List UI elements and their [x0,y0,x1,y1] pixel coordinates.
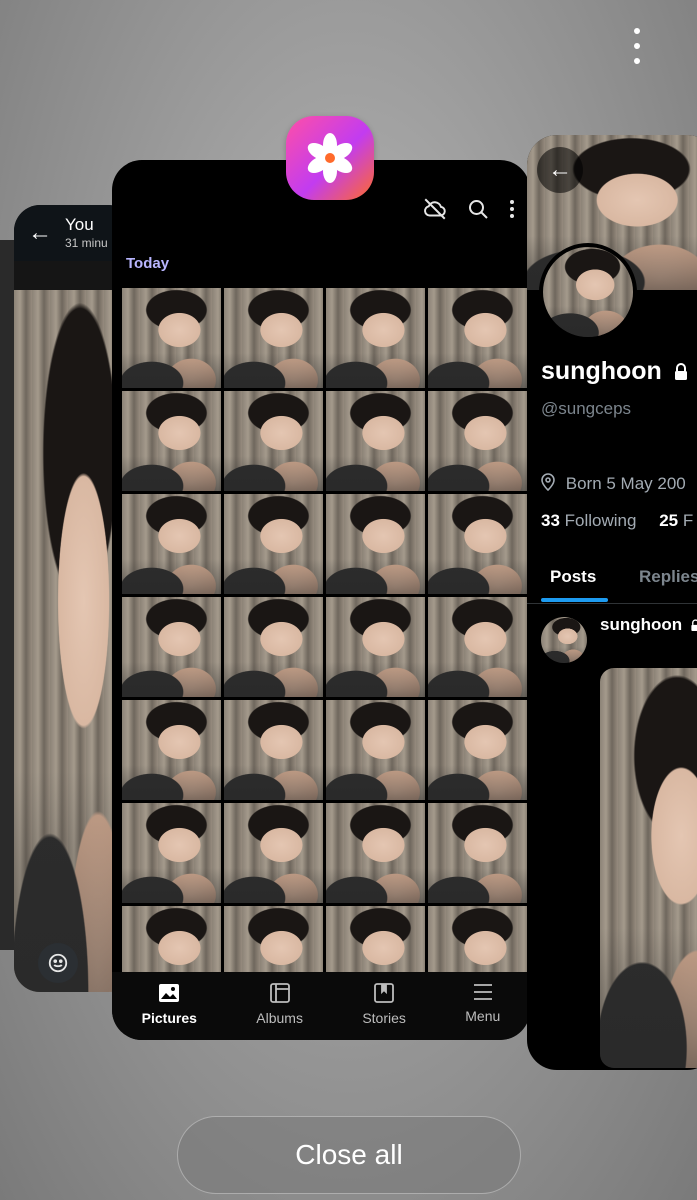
image-icon [159,984,180,1002]
photo-thumbnail[interactable] [326,597,425,697]
photo-thumbnail[interactable] [326,803,425,903]
post-author-name-text: sunghoon [600,615,683,634]
lock-icon [691,619,697,632]
followers-count: 25 [659,511,679,530]
photo-thumbnail[interactable] [428,700,527,800]
photo-thumbnail[interactable] [122,391,221,491]
profile-handle: @sungceps [541,399,632,418]
section-heading-today: Today [126,255,170,272]
more-options-button[interactable] [625,28,649,64]
stories-icon [374,983,395,1003]
flower-icon [307,133,353,183]
location-pin-icon [541,473,555,492]
profile-follow-counts: 33 Following 25 F [541,511,693,531]
photo-thumbnail[interactable] [428,597,527,697]
gallery-app-icon[interactable] [286,116,374,200]
menu-icon [473,984,492,1000]
profile-name-text: sunghoon [541,357,662,385]
lock-icon [674,363,687,381]
nav-stories[interactable]: Stories [362,982,406,1026]
back-button[interactable]: ← [537,147,583,193]
profile-name: sunghoon [541,357,689,386]
tab-posts[interactable]: Posts [550,567,596,587]
profile-tabs: Posts Replies [527,555,697,604]
gallery-toolbar [422,196,516,222]
nav-albums[interactable]: Albums [256,982,303,1026]
profile-avatar[interactable] [539,243,637,341]
photo-thumbnail[interactable] [122,597,221,697]
gallery-bottom-nav: Pictures Albums Stories Menu [112,972,530,1040]
profile-birthday: Born 5 May 200 [541,473,686,494]
photo-thumbnail[interactable] [326,391,425,491]
chat-title: You [65,215,94,234]
photo-thumbnail[interactable] [224,391,323,491]
followers-label: F [682,511,694,530]
photo-grid [122,288,527,972]
photo-thumbnail[interactable] [326,700,425,800]
profile-birthday-text: Born 5 May 200 [565,474,686,493]
photo-thumbnail[interactable] [326,906,425,972]
more-vert-icon[interactable] [508,197,516,221]
photo-thumbnail[interactable] [326,494,425,594]
photo-thumbnail[interactable] [326,288,425,388]
cloud-off-icon[interactable] [422,196,448,222]
back-arrow-icon: ← [548,156,572,183]
background-app-card[interactable] [0,240,14,950]
tab-replies[interactable]: Replies [639,567,697,587]
photo-thumbnail[interactable] [428,288,527,388]
photo-thumbnail[interactable] [428,494,527,594]
photo-thumbnail[interactable] [224,494,323,594]
photo-thumbnail[interactable] [122,700,221,800]
active-tab-indicator [541,598,608,602]
photo-thumbnail[interactable] [122,494,221,594]
emoji-icon [48,953,68,973]
photo-thumbnail[interactable] [224,803,323,903]
photo-thumbnail[interactable] [428,391,527,491]
close-all-button[interactable]: Close all [177,1116,521,1194]
album-icon [269,983,290,1003]
photo-thumbnail[interactable] [122,288,221,388]
nav-pictures-label: Pictures [141,1010,197,1026]
following-count: 33 [541,511,560,530]
nav-menu[interactable]: Menu [465,982,500,1024]
photo-thumbnail[interactable] [428,906,527,972]
photo-thumbnail[interactable] [122,906,221,972]
recent-app-card-social[interactable]: ← sunghoon @sungceps Born 5 May 200 33 F… [527,135,697,1070]
following-link[interactable]: 33 Following [541,511,636,530]
search-icon[interactable] [466,197,490,221]
followers-link[interactable]: 25 F [659,511,693,530]
photo-thumbnail[interactable] [224,597,323,697]
following-label: Following [564,511,637,530]
back-arrow-icon[interactable]: ← [28,219,52,247]
photo-thumbnail[interactable] [224,906,323,972]
nav-pictures[interactable]: Pictures [142,982,197,1026]
emoji-button[interactable] [38,943,78,983]
photo-thumbnail[interactable] [122,803,221,903]
photo-thumbnail[interactable] [224,700,323,800]
photo-thumbnail[interactable] [224,288,323,388]
post-image[interactable] [600,668,697,1068]
recent-app-card-gallery[interactable]: Today Pictures Albums Stories Menu [112,160,530,1040]
nav-menu-label: Menu [465,1008,501,1024]
post-author-name: sunghoon [600,615,697,635]
nav-albums-label: Albums [256,1010,303,1026]
photo-thumbnail[interactable] [428,803,527,903]
nav-stories-label: Stories [362,1010,406,1026]
post-author-avatar[interactable] [541,617,587,663]
chat-subtitle: 31 minu [65,236,108,250]
